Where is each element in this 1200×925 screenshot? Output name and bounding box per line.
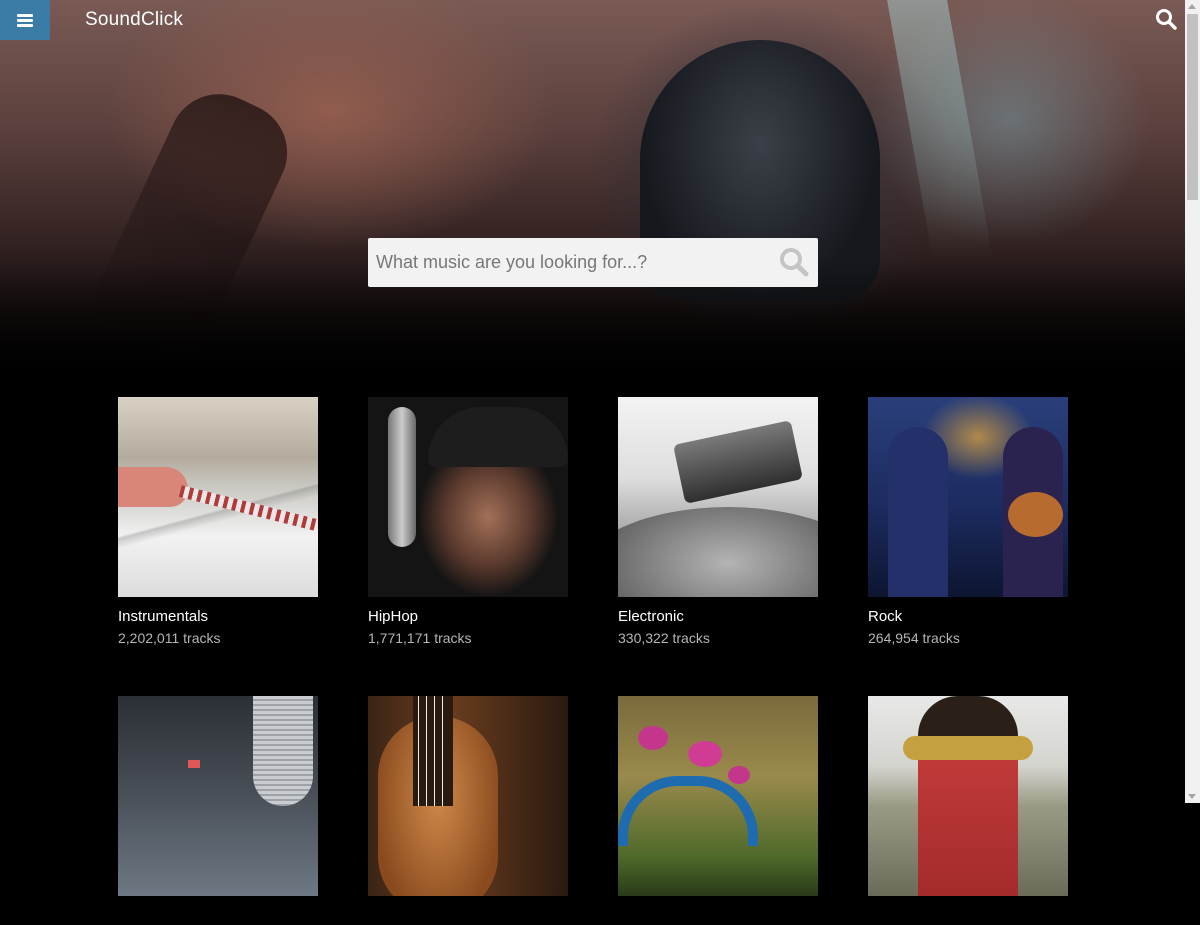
genre-name[interactable] (368, 907, 568, 925)
genre-track-count: 2,202,011 tracks (118, 630, 318, 646)
track-count-suffix: tracks (434, 630, 472, 646)
genre-card[interactable] (118, 696, 318, 925)
scrollbar-thumb[interactable] (1187, 14, 1198, 200)
genre-card[interactable] (368, 696, 568, 925)
genre-thumbnail[interactable] (118, 696, 318, 896)
hero-light-beam (887, 0, 993, 260)
track-count-suffix: tracks (922, 630, 960, 646)
search-input[interactable] (368, 238, 776, 287)
hero-banner (0, 0, 1185, 383)
genre-card[interactable] (618, 696, 818, 925)
genre-track-count: 264,954 tracks (868, 630, 1068, 646)
genre-card-electronic[interactable]: Electronic 330,322 tracks (618, 397, 818, 646)
search-icon (780, 248, 809, 277)
track-count-suffix: tracks (672, 630, 710, 646)
genre-card-rock[interactable]: Rock 264,954 tracks (868, 397, 1068, 646)
menu-button[interactable] (0, 0, 50, 40)
search-icon (1156, 9, 1177, 30)
search-submit-button[interactable] (779, 247, 809, 277)
genre-thumbnail[interactable] (368, 397, 568, 597)
genre-name[interactable] (618, 907, 818, 925)
genre-name[interactable] (868, 907, 1068, 925)
track-count-value: 264,954 (868, 630, 919, 646)
genre-thumbnail[interactable] (118, 397, 318, 597)
genre-name[interactable]: Rock (868, 608, 1068, 626)
header-search-button[interactable] (1155, 8, 1177, 30)
genre-name[interactable]: Instrumentals (118, 608, 318, 626)
genre-thumbnail[interactable] (618, 397, 818, 597)
main-search-box (368, 238, 818, 287)
site-logo[interactable]: SoundClick (85, 9, 183, 31)
track-count-value: 330,322 (618, 630, 669, 646)
page-scrollbar[interactable] (1185, 0, 1200, 803)
genre-card-instrumentals[interactable]: Instrumentals 2,202,011 tracks (118, 397, 318, 646)
genre-track-count: 330,322 tracks (618, 630, 818, 646)
scroll-up-arrow-icon[interactable] (1188, 4, 1196, 9)
genre-thumbnail[interactable] (368, 696, 568, 896)
track-count-value: 1,771,171 (368, 630, 431, 646)
scroll-down-arrow-icon[interactable] (1188, 794, 1196, 799)
genre-thumbnail[interactable] (868, 696, 1068, 896)
genre-card[interactable] (868, 696, 1068, 925)
track-count-suffix: tracks (183, 630, 221, 646)
genre-name[interactable]: Electronic (618, 608, 818, 626)
track-count-value: 2,202,011 (118, 630, 180, 646)
genre-card-hiphop[interactable]: HipHop 1,771,171 tracks (368, 397, 568, 646)
genre-name[interactable] (118, 907, 318, 925)
genre-thumbnail[interactable] (868, 397, 1068, 597)
hamburger-menu-icon (17, 13, 33, 27)
genre-name[interactable]: HipHop (368, 608, 568, 626)
genre-thumbnail[interactable] (618, 696, 818, 896)
genre-track-count: 1,771,171 tracks (368, 630, 568, 646)
